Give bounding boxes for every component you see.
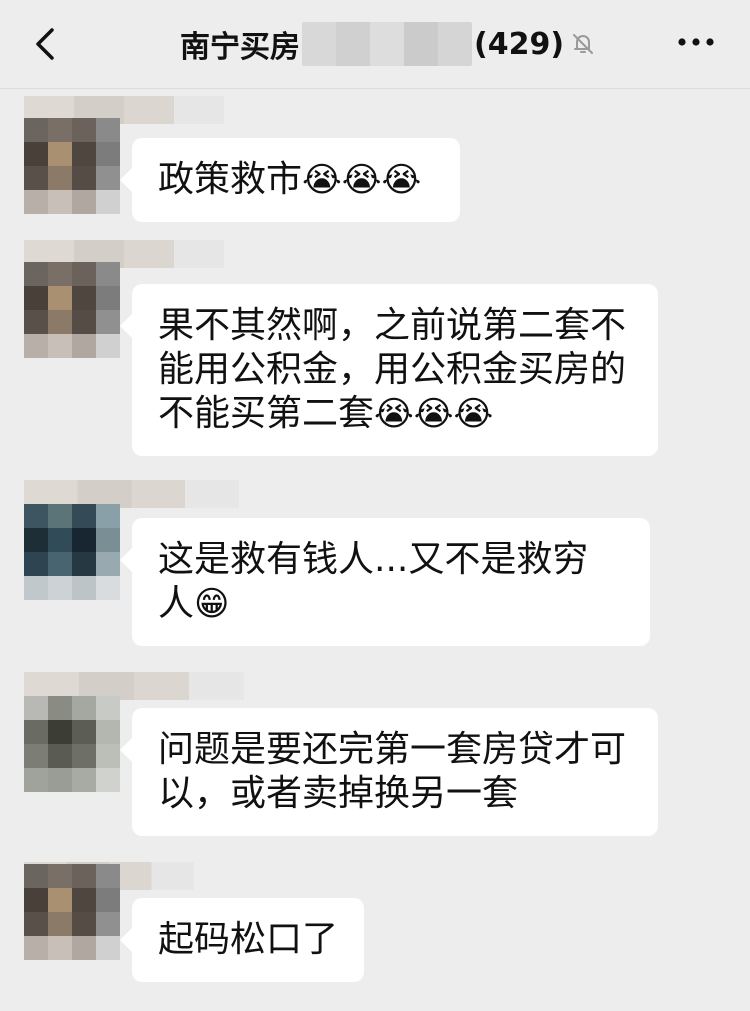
message-text: 问题是要还完第一套房贷才可以，或者卖掉换另一套 bbox=[158, 729, 627, 814]
chat-header: 南宁买房 (429) bbox=[0, 0, 750, 89]
avatar[interactable] bbox=[24, 696, 120, 792]
message-bubble[interactable]: 这是救有钱人...又不是救穷人😁 bbox=[120, 518, 650, 646]
message-row: 起码松口了 bbox=[0, 862, 750, 992]
message-text: 政策救市 bbox=[158, 159, 303, 200]
avatar[interactable] bbox=[24, 118, 120, 214]
message-row: 这是救有钱人...又不是救穷人😁 bbox=[0, 480, 750, 650]
avatar[interactable] bbox=[24, 864, 120, 960]
crying-laughing-emoji: 😭😭😭 bbox=[374, 394, 494, 434]
member-count: (429) bbox=[474, 26, 565, 62]
message-bubble[interactable]: 果不其然啊，之前说第二套不能用公积金，用公积金买房的不能买第二套😭😭😭 bbox=[120, 284, 658, 456]
crying-laughing-emoji: 😭😭😭 bbox=[302, 160, 422, 200]
more-dots-icon[interactable] bbox=[676, 36, 716, 48]
message-row: 问题是要还完第一套房贷才可以，或者卖掉换另一套 bbox=[0, 672, 750, 842]
message-bubble[interactable]: 起码松口了 bbox=[120, 898, 364, 982]
bell-off-icon bbox=[573, 34, 594, 54]
message-text: 起码松口了 bbox=[158, 919, 339, 960]
chat-title: 南宁买房 (429) bbox=[180, 22, 596, 66]
chevron-left-icon[interactable] bbox=[28, 26, 64, 62]
message-row: 政策救市😭😭😭 bbox=[0, 96, 750, 226]
message-row: 果不其然啊，之前说第二套不能用公积金，用公积金买房的不能买第二套😭😭😭 bbox=[0, 240, 750, 465]
avatar[interactable] bbox=[24, 262, 120, 358]
blurred-title bbox=[302, 22, 472, 66]
message-bubble[interactable]: 政策救市😭😭😭 bbox=[120, 138, 460, 222]
avatar[interactable] bbox=[24, 504, 120, 600]
grinning-emoji: 😁 bbox=[194, 584, 230, 624]
message-bubble[interactable]: 问题是要还完第一套房贷才可以，或者卖掉换另一套 bbox=[120, 708, 658, 836]
chat-title-left: 南宁买房 bbox=[180, 30, 300, 65]
